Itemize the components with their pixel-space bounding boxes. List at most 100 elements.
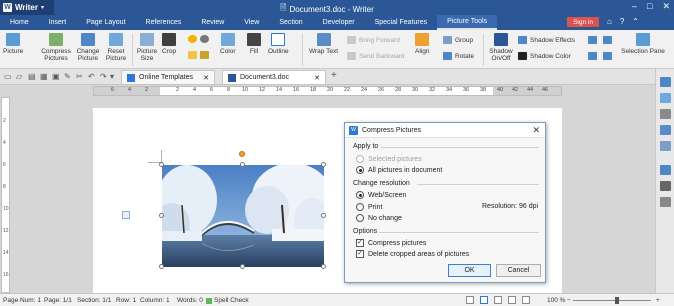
signin-button[interactable]: Sign in [567, 17, 599, 27]
zoom-slider-thumb[interactable] [615, 297, 619, 304]
new-tab-icon[interactable]: + [331, 70, 337, 81]
resize-handle-top-right[interactable] [321, 162, 326, 167]
close-window-button[interactable]: ✕ [662, 1, 670, 12]
menu-review[interactable]: Review [191, 15, 234, 30]
sidebar-select-icon[interactable] [660, 125, 671, 135]
selection-pane-button[interactable]: Selection Pane [620, 33, 666, 55]
ok-button[interactable]: OK [448, 264, 491, 277]
brightness-up-icon[interactable] [188, 35, 197, 43]
group-button[interactable]: Group [443, 36, 473, 44]
wrap-text-button[interactable]: Wrap Text [309, 33, 338, 55]
close-icon[interactable]: ✕ [532, 125, 540, 136]
sidebar-share-icon[interactable] [660, 165, 671, 175]
shadow-color-button[interactable]: Shadow Color [518, 52, 571, 60]
nudge-left-icon[interactable] [588, 52, 597, 60]
skin-icon[interactable]: ⌂ [607, 17, 612, 26]
print-preview-icon[interactable]: ▣ [52, 72, 60, 81]
brightness-down-icon[interactable] [200, 35, 209, 43]
resize-handle-top[interactable] [240, 162, 245, 167]
radio-all-pictures[interactable]: All pictures in document [356, 166, 442, 174]
view-print-layout-icon[interactable] [480, 296, 488, 304]
sidebar-backup-icon[interactable] [660, 141, 671, 151]
app-menu-button[interactable]: W Writer ▾ [0, 0, 54, 15]
radio-web-screen[interactable]: Web/Screen [356, 191, 406, 199]
close-tab-icon[interactable]: ✕ [314, 74, 320, 82]
help-icon[interactable]: ? [620, 17, 624, 26]
resize-handle-left[interactable] [159, 213, 164, 218]
bring-forward-button[interactable]: Bring Forward [347, 36, 400, 44]
undo-icon[interactable]: ↶ [88, 72, 95, 81]
menu-insert[interactable]: Insert [39, 15, 77, 30]
menu-section[interactable]: Section [269, 15, 312, 30]
nudge-buttons-bottom[interactable] [588, 52, 612, 60]
minimize-button[interactable]: – [632, 1, 637, 12]
save-icon[interactable]: ▤ [28, 72, 36, 81]
send-backward-button[interactable]: Send Backward [347, 52, 405, 60]
cut-icon[interactable]: ✂ [76, 72, 83, 81]
shadow-onoff-button[interactable]: Shadow On/Off [488, 33, 514, 62]
menu-special-features[interactable]: Special Features [365, 15, 438, 30]
sidebar-style-icon[interactable] [660, 77, 671, 87]
menu-page-layout[interactable]: Page Layout [76, 15, 135, 30]
winter-bridge-picture[interactable] [162, 165, 324, 267]
rotate-button[interactable]: Rotate [443, 52, 474, 60]
resize-handle-bottom-left[interactable] [159, 264, 164, 269]
checkbox-compress-pictures[interactable]: ✓ Compress pictures [356, 239, 426, 247]
new-file-icon[interactable]: ▭ [4, 72, 12, 81]
contrast-buttons[interactable] [188, 51, 209, 59]
nudge-up-icon[interactable] [588, 36, 597, 44]
nudge-down-icon[interactable] [603, 36, 612, 44]
view-reading-icon[interactable] [522, 296, 530, 304]
reset-picture-button[interactable]: Reset Picture [104, 33, 128, 62]
print-icon[interactable]: ▦ [40, 72, 48, 81]
sidebar-document-icon[interactable] [660, 181, 671, 191]
sidebar-shapes-icon[interactable] [660, 109, 671, 119]
sidebar-help-icon[interactable] [660, 197, 671, 207]
redo-icon[interactable]: ↷ [100, 72, 107, 81]
color-button[interactable]: Color [220, 33, 236, 55]
tab-online-templates[interactable]: Online Templates ✕ [121, 70, 215, 84]
spell-check-toggle[interactable]: Spell Check [206, 297, 249, 304]
quick-access-caret-icon[interactable]: ▾ [110, 72, 114, 81]
picture-size-button[interactable]: Picture Size [136, 33, 158, 62]
view-outline-icon[interactable] [508, 296, 516, 304]
tab-document3[interactable]: Document3.doc ✕ [222, 70, 326, 84]
sidebar-format-icon[interactable] [660, 93, 671, 103]
radio-no-change[interactable]: No change [356, 214, 402, 222]
collapse-ribbon-icon[interactable]: ⌃ [632, 17, 639, 26]
menu-view[interactable]: View [234, 15, 269, 30]
close-tab-icon[interactable]: ✕ [203, 74, 209, 82]
resize-handle-bottom[interactable] [240, 264, 245, 269]
align-button[interactable]: Align [415, 33, 429, 55]
maximize-button[interactable]: □ [647, 1, 652, 12]
menu-references[interactable]: References [136, 15, 192, 30]
vertical-ruler[interactable]: 2 4 6 8 10 12 14 16 [1, 97, 10, 293]
menu-picture-tools[interactable]: Picture Tools [437, 15, 498, 30]
outline-button[interactable]: Outline [268, 33, 289, 55]
fill-button[interactable]: Fill [247, 33, 261, 55]
radio-print[interactable]: Print [356, 203, 382, 211]
resize-handle-bottom-right[interactable] [321, 264, 326, 269]
change-picture-button[interactable]: Change Picture [75, 33, 101, 62]
nudge-buttons-top[interactable] [588, 36, 612, 44]
brightness-buttons[interactable] [188, 35, 209, 43]
open-icon[interactable]: ▱ [16, 72, 22, 81]
picture-button[interactable]: Picture [3, 33, 23, 55]
format-painter-icon[interactable]: ✎ [64, 72, 71, 81]
cancel-button[interactable]: Cancel [496, 264, 541, 277]
rotate-handle[interactable] [239, 151, 245, 157]
radio-selected-pictures[interactable]: Selected pictures [356, 155, 422, 163]
crop-button[interactable]: Crop [162, 33, 176, 55]
zoom-out-icon[interactable]: − [567, 297, 571, 304]
view-full-screen-icon[interactable] [466, 296, 474, 304]
resize-handle-top-left[interactable] [159, 162, 164, 167]
checkbox-delete-cropped[interactable]: ✓ Delete cropped areas of pictures [356, 250, 469, 258]
nudge-right-icon[interactable] [603, 52, 612, 60]
horizontal-ruler[interactable]: 6 4 2 2 4 6 8 10 12 14 16 18 20 22 24 26… [93, 86, 562, 96]
layout-options-icon[interactable] [122, 211, 130, 219]
view-web-layout-icon[interactable] [494, 296, 502, 304]
shadow-effects-button[interactable]: Shadow Effects [518, 36, 575, 44]
compress-pictures-button[interactable]: Compress Pictures [41, 33, 71, 62]
contrast-down-icon[interactable] [200, 51, 209, 59]
resize-handle-right[interactable] [321, 213, 326, 218]
